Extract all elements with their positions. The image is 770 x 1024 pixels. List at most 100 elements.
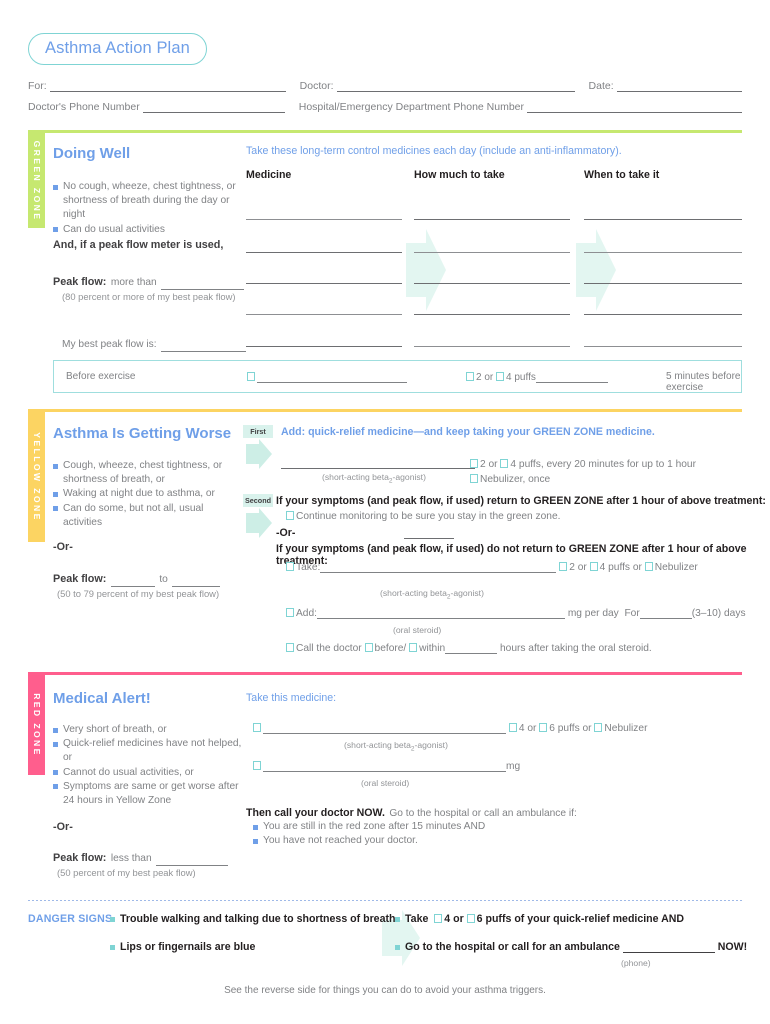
checkbox-4-puffs[interactable] <box>508 722 517 732</box>
checkbox-take[interactable] <box>286 561 294 571</box>
header-fields: For: Doctor: Date: Doctor's Phone Number… <box>28 80 742 122</box>
checkbox-2-puffs[interactable] <box>559 561 568 571</box>
green-zone-label: GREEN ZONE <box>31 140 42 221</box>
yellow-add-input[interactable] <box>316 607 565 619</box>
yellow-first-medicine-line[interactable] <box>281 468 475 469</box>
green-line-c1-r5[interactable] <box>246 346 402 347</box>
green-best-peak-flow-input[interactable] <box>161 340 247 352</box>
yellow-zone-label: YELLOW ZONE <box>31 432 42 522</box>
step-first-badge: First <box>243 425 273 438</box>
yellow-peak-flow-max-input[interactable] <box>172 575 221 587</box>
checkbox-within[interactable] <box>409 642 418 652</box>
green-line-c2-r1[interactable] <box>414 219 570 220</box>
checkbox-4-puffs[interactable] <box>589 561 598 571</box>
green-line-c2-r2[interactable] <box>414 252 570 253</box>
checkbox-nebulizer[interactable] <box>644 561 653 571</box>
green-line-c1-r1[interactable] <box>246 219 402 220</box>
checkbox-4-puffs[interactable] <box>434 913 443 923</box>
column-header-when: When to take it <box>584 169 660 181</box>
checkbox-6-puffs[interactable] <box>466 913 475 923</box>
green-line-c2-r3[interactable] <box>414 283 570 284</box>
yellow-hours-input[interactable] <box>445 642 498 654</box>
danger-phone-input[interactable] <box>622 941 715 953</box>
green-peak-flow-input[interactable] <box>161 278 245 290</box>
green-line-c2-r5[interactable] <box>414 346 570 347</box>
danger-signs-label: DANGER SIGNS <box>28 913 113 925</box>
page-title: Asthma Action Plan <box>28 33 207 65</box>
red-steroid-input[interactable] <box>263 760 506 772</box>
take-prefix: Take <box>405 913 429 925</box>
checkbox-4-puffs[interactable] <box>500 458 509 468</box>
before-label: before/ <box>374 643 407 654</box>
yellow-peak-flow-min-input[interactable] <box>110 575 155 587</box>
list-item: You are still in the red zone after 15 m… <box>253 820 633 834</box>
checkbox-oral-steroid[interactable] <box>253 760 261 770</box>
yellow-take-short-acting-note: (short-acting beta2-agonist) <box>380 588 484 601</box>
date-input-line[interactable] <box>616 80 742 92</box>
yellow-second-return-heading: If your symptoms (and peak flow, if used… <box>276 495 766 507</box>
green-line-c1-r2[interactable] <box>246 252 402 253</box>
green-line-c3-r5[interactable] <box>584 346 742 347</box>
red-medicine-input[interactable] <box>263 722 506 734</box>
green-line-c2-r4[interactable] <box>414 314 570 315</box>
green-line-c1-r4[interactable] <box>246 314 402 315</box>
checkbox-continue-monitoring[interactable] <box>286 510 294 520</box>
green-line-c3-r1[interactable] <box>584 219 742 220</box>
before-exercise-dose-input[interactable] <box>535 371 608 383</box>
checkbox-add[interactable] <box>286 607 294 617</box>
red-peak-flow-label: Peak flow: <box>53 852 107 864</box>
green-line-c1-r3[interactable] <box>246 283 402 284</box>
yellow-call-doctor-row: Call the doctor before/ within hours aft… <box>286 642 652 654</box>
danger-right-item-1: Take 4 or 6 puffs of your quick-relief m… <box>395 913 684 925</box>
red-instruction: Take this medicine: <box>246 692 337 704</box>
green-best-peak-flow-row: My best peak flow is: <box>62 334 247 352</box>
checkbox-2-puffs[interactable] <box>470 458 478 468</box>
yellow-first-dose-row: 2 or 4 puffs, every 20 minutes for up to… <box>470 458 696 470</box>
call-doctor-rest: Go to the hospital or call an ambulance … <box>389 808 577 819</box>
or-label: or <box>488 459 498 470</box>
red-peak-flow-input[interactable] <box>156 854 229 866</box>
checkbox-2-puffs[interactable] <box>466 371 474 381</box>
yellow-days-input[interactable] <box>639 607 692 619</box>
list-item-continuation: shortness of breath, or <box>63 474 165 486</box>
checkbox-6-puffs[interactable] <box>539 722 548 732</box>
yellow-take-input[interactable] <box>320 561 557 573</box>
call-doctor-label: Call the doctor <box>296 643 362 654</box>
red-short-acting-note: (short-acting beta2-agonist) <box>344 740 448 753</box>
continue-label: Continue monitoring to be sure you stay … <box>296 511 561 522</box>
green-line-c3-r4[interactable] <box>584 314 742 315</box>
red-steroid-row: mg <box>253 760 520 772</box>
before-exercise-timing: 5 minutes before exercise <box>666 371 741 393</box>
checkbox-medicine[interactable] <box>253 722 261 732</box>
red-zone-title: Medical Alert! <box>53 690 151 707</box>
checkbox-nebulizer[interactable] <box>470 473 478 483</box>
add-label: Add: <box>296 608 317 619</box>
list-item: Symptoms are same or get worse after <box>53 780 248 794</box>
checkbox-call-doctor[interactable] <box>286 642 294 652</box>
doctor-input-line[interactable] <box>336 80 575 92</box>
red-oral-steroid-note: (oral steroid) <box>361 778 410 788</box>
hospital-phone-input-line[interactable] <box>527 101 742 113</box>
green-instruction: Take these long-term control medicines e… <box>246 145 622 157</box>
yellow-second-or-line[interactable] <box>404 538 454 539</box>
or-label-2: or <box>582 723 592 734</box>
yellow-second-continue-row: Continue monitoring to be sure you stay … <box>286 510 561 522</box>
column-header-medicine: Medicine <box>246 169 292 181</box>
checkbox-nebulizer[interactable] <box>594 722 603 732</box>
yellow-peak-flow-to: to <box>159 574 168 585</box>
before-exercise-dose: 2 or 4 puffs <box>466 371 608 383</box>
checkbox[interactable] <box>247 371 255 381</box>
checkbox-before[interactable] <box>364 642 373 652</box>
checkbox-4-puffs[interactable] <box>496 371 505 381</box>
now-label: NOW! <box>717 941 748 953</box>
before-exercise-medicine-input[interactable] <box>257 371 407 383</box>
dose-6-label: 6 puffs <box>549 723 580 734</box>
for-input-line[interactable] <box>49 80 286 92</box>
dose-4-label: 4 puffs <box>599 562 631 573</box>
doctor-phone-input-line[interactable] <box>142 101 285 113</box>
green-line-c3-r3[interactable] <box>584 283 742 284</box>
before-exercise-medicine <box>247 371 407 383</box>
ambulance-label: Go to the hospital or call for an ambula… <box>405 941 620 953</box>
hours-after-label: hours after taking the oral steroid. <box>499 643 652 654</box>
green-line-c3-r2[interactable] <box>584 252 742 253</box>
